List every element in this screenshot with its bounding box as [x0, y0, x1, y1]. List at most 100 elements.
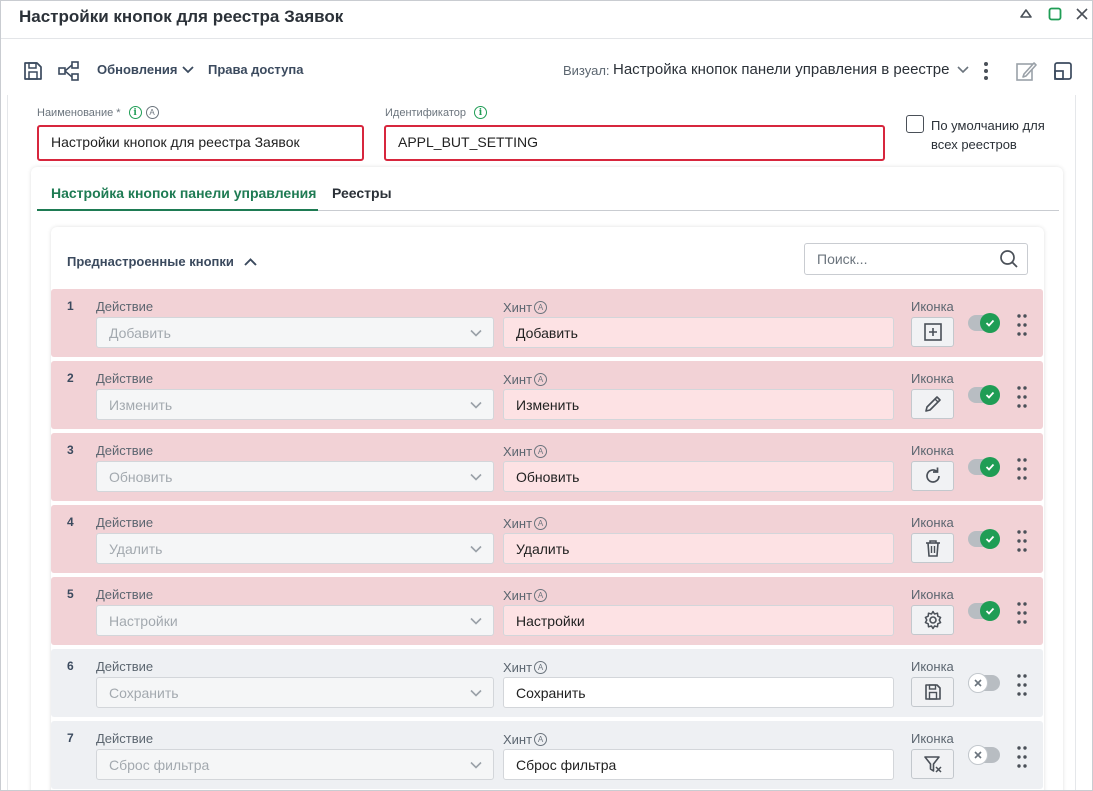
drag-handle-icon[interactable]: [1016, 529, 1030, 553]
row-number: 1: [67, 299, 74, 313]
hint-label: Хинт A: [503, 372, 548, 387]
enable-toggle[interactable]: [968, 313, 1000, 333]
action-select[interactable]: Изменить: [96, 389, 494, 420]
visual-select[interactable]: Настройка кнопок панели управления в рее…: [613, 61, 970, 78]
drag-handle-icon[interactable]: [1016, 385, 1030, 409]
save-icon: [922, 681, 944, 703]
hint-input[interactable]: Удалить: [503, 533, 894, 564]
refresh-icon: [922, 465, 944, 487]
window: Настройки кнопок для реестра Заявок Обно…: [0, 0, 1093, 791]
icon-picker[interactable]: [911, 389, 954, 419]
access-rights-link[interactable]: Права доступа: [208, 62, 303, 77]
section-header[interactable]: Преднастроенные кнопки: [67, 254, 257, 269]
layout-button[interactable]: [1051, 59, 1075, 83]
id-label-text: Идентификатор: [385, 106, 466, 119]
default-checkbox[interactable]: [906, 115, 924, 133]
action-select[interactable]: Обновить: [96, 461, 494, 492]
icon-picker[interactable]: [911, 317, 954, 347]
name-input[interactable]: Настройки кнопок для реестра Заявок: [37, 125, 364, 161]
pencil-icon: [922, 393, 944, 415]
translate-icon[interactable]: A: [534, 517, 548, 530]
collapse-icon: [1020, 9, 1032, 18]
action-select[interactable]: Удалить: [96, 533, 494, 564]
button-row: 6 Действие Сохранить Хинт A Сохранить Иконка: [51, 649, 1043, 717]
action-value: Сброс фильтра: [109, 757, 210, 773]
close-button[interactable]: [1071, 3, 1092, 25]
hint-input[interactable]: Изменить: [503, 389, 894, 420]
structure-button[interactable]: [57, 59, 81, 83]
default-checkbox-label[interactable]: По умолчанию для всех реестров: [931, 116, 1045, 154]
chevron-up-icon: [244, 257, 257, 266]
hint-input[interactable]: Сохранить: [503, 677, 894, 708]
drag-handle-icon[interactable]: [1016, 601, 1030, 625]
icon-picker[interactable]: [911, 533, 954, 563]
search-field[interactable]: Поиск...: [804, 243, 1028, 275]
updates-menu[interactable]: Обновления: [97, 62, 194, 77]
info-icon[interactable]: i: [473, 106, 487, 119]
action-value: Добавить: [109, 325, 171, 341]
toggle-knob: [980, 457, 1000, 477]
toolbar: Обновления Права доступа Визуал: Настрой…: [1, 39, 1092, 95]
name-label-text: Наименование *: [37, 106, 121, 119]
drag-handle-icon[interactable]: [1016, 673, 1030, 697]
icon-picker[interactable]: [911, 605, 954, 635]
info-icon[interactable]: i: [128, 106, 142, 119]
enable-toggle[interactable]: [968, 385, 1000, 405]
identifier-input[interactable]: APPL_BUT_SETTING: [384, 125, 885, 161]
drag-handle-icon[interactable]: [1016, 457, 1030, 481]
enable-toggle[interactable]: [968, 601, 1000, 621]
action-label: Действие: [96, 731, 154, 746]
maximize-button[interactable]: [1044, 3, 1066, 25]
search-icon[interactable]: [999, 249, 1019, 269]
icon-picker[interactable]: [911, 677, 954, 707]
hint-label-text: Хинт: [503, 516, 533, 531]
search-placeholder: Поиск...: [817, 251, 868, 267]
hint-label-text: Хинт: [503, 588, 533, 603]
translate-icon[interactable]: A: [534, 301, 548, 314]
translate-icon[interactable]: A: [534, 589, 548, 602]
button-row: 3 Действие Обновить Хинт A Обновить Иконка: [51, 433, 1043, 501]
collapse-button[interactable]: [1015, 3, 1037, 25]
chevron-down-icon: [469, 614, 483, 628]
translate-icon[interactable]: A: [534, 445, 548, 458]
drag-handle-icon[interactable]: [1016, 313, 1030, 337]
enable-toggle[interactable]: [968, 745, 1000, 765]
action-label: Действие: [96, 515, 154, 530]
visual-value: Настройка кнопок панели управления в рее…: [613, 61, 950, 78]
enable-toggle[interactable]: [968, 529, 1000, 549]
button-row: 1 Действие Добавить Хинт A Добавить Иконка: [51, 289, 1043, 357]
trash-icon: [922, 537, 944, 559]
save-button[interactable]: [21, 59, 45, 83]
translate-icon[interactable]: A: [534, 373, 548, 386]
hint-label: Хинт A: [503, 516, 548, 531]
action-select[interactable]: Добавить: [96, 317, 494, 348]
enable-toggle[interactable]: [968, 457, 1000, 477]
tab-button-settings[interactable]: Настройка кнопок панели управления: [51, 185, 316, 201]
action-select[interactable]: Настройки: [96, 605, 494, 636]
default-label-line2: всех реестров: [931, 137, 1017, 152]
chevron-down-icon: [469, 686, 483, 700]
hint-input[interactable]: Обновить: [503, 461, 894, 492]
action-select[interactable]: Сохранить: [96, 677, 494, 708]
icon-picker[interactable]: [911, 461, 954, 491]
enable-toggle[interactable]: [968, 673, 1000, 693]
drag-handle-icon[interactable]: [1016, 745, 1030, 769]
edit-button[interactable]: [1014, 59, 1038, 83]
hint-input[interactable]: Добавить: [503, 317, 894, 348]
chevron-down-icon: [181, 65, 194, 73]
translate-icon[interactable]: A: [145, 106, 159, 119]
icon-picker[interactable]: [911, 749, 954, 779]
hint-input[interactable]: Сброс фильтра: [503, 749, 894, 780]
hint-input[interactable]: Настройки: [503, 605, 894, 636]
hint-label: Хинт A: [503, 444, 548, 459]
save-icon: [24, 62, 42, 80]
translate-icon[interactable]: A: [534, 661, 548, 674]
more-button[interactable]: [974, 59, 998, 83]
chevron-down-icon: [469, 542, 483, 556]
action-select[interactable]: Сброс фильтра: [96, 749, 494, 780]
hint-label: Хинт A: [503, 300, 548, 315]
translate-icon[interactable]: A: [534, 733, 548, 746]
icon-label: Иконка: [911, 443, 954, 458]
toggle-knob: [980, 601, 1000, 621]
tab-registries[interactable]: Реестры: [332, 185, 392, 201]
